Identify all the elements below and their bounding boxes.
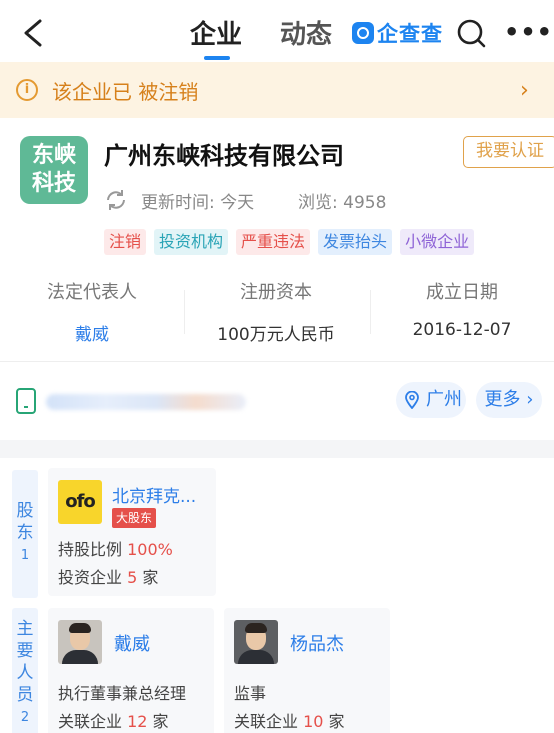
stat-founded: 成立日期 2016-12-07 — [370, 278, 554, 340]
chevron-right-icon: › — [520, 78, 529, 103]
stat-capital: 注册资本 100万元人民币 — [184, 278, 368, 345]
phone-number-redacted[interactable] — [46, 394, 246, 410]
brand-icon — [352, 22, 374, 44]
location-label: 广州 — [426, 389, 462, 410]
share-ratio: 持股比例 100% — [58, 536, 173, 560]
shareholder-name[interactable]: 北京拜克... — [112, 482, 196, 507]
refresh-icon[interactable] — [104, 188, 128, 212]
related-companies: 关联企业 12 家 — [58, 708, 169, 732]
invest-value: 5 — [127, 568, 138, 587]
shareholder-count: 1 — [20, 548, 30, 563]
active-tab-indicator — [204, 56, 230, 60]
chevron-right-icon: › — [520, 389, 534, 410]
major-shareholder-badge: 大股东 — [112, 508, 157, 528]
view-count: 浏览: 4958 — [298, 193, 387, 213]
company-card: 东峡 科技 广州东峡科技有限公司 我要认证 更新时间: 今天 浏览: 4958 … — [0, 118, 554, 440]
staff-role: 执行董事兼总经理 — [58, 684, 187, 703]
tag-serious-violation[interactable]: 严重违法 — [236, 229, 311, 255]
logo-line-1: 东峡 — [31, 143, 76, 168]
related-unit: 家 — [147, 712, 169, 731]
staff-name[interactable]: 戴威 — [114, 630, 150, 656]
staff-card[interactable]: 杨品杰 监事 关联企业 10 家 — [224, 608, 390, 733]
related-unit: 家 — [323, 712, 345, 731]
update-time: 更新时间: 今天 — [141, 193, 255, 213]
brand-logo[interactable]: 企查查 — [352, 20, 443, 46]
side-char: 东 — [16, 523, 34, 543]
tag-list: 注销 投资机构 严重违法 发票抬头 小微企业 — [104, 229, 475, 255]
deregistered-notice[interactable]: i 该企业已 被注销 › — [0, 62, 554, 118]
tag-small-business[interactable]: 小微企业 — [400, 229, 475, 255]
key-stats: 法定代表人 戴威 注册资本 100万元人民币 成立日期 2016-12-07 — [0, 278, 554, 350]
related-value: 12 — [127, 712, 148, 731]
tag-investor[interactable]: 投资机构 — [154, 229, 229, 255]
staff-name[interactable]: 杨品杰 — [290, 630, 344, 656]
invest-unit: 家 — [137, 568, 159, 587]
location-button[interactable]: 广州 — [396, 382, 466, 418]
more-label: 更多 — [484, 389, 521, 410]
side-char: 人 — [16, 663, 34, 683]
stat-legal-rep: 法定代表人 戴威 — [0, 278, 184, 345]
key-staff-label[interactable]: 主 要 人 员 2 — [12, 608, 38, 733]
more-icon[interactable]: ••• — [504, 20, 552, 44]
staff-role: 监事 — [234, 684, 267, 703]
staff-card[interactable]: 戴威 执行董事兼总经理 关联企业 12 家 — [48, 608, 214, 733]
related-label: 关联企业 — [234, 712, 304, 731]
share-ratio-label: 持股比例 — [58, 540, 128, 559]
company-name: 广州东峡科技有限公司 — [104, 142, 344, 170]
location-pin-icon — [405, 391, 419, 409]
invested-companies: 投资企业 5 家 — [58, 564, 158, 588]
shareholder-card[interactable]: ofo 北京拜克... 大股东 持股比例 100% 投资企业 5 家 — [48, 468, 216, 596]
staff-count: 2 — [20, 710, 30, 725]
invest-label: 投资企业 — [58, 568, 128, 587]
shareholders-label[interactable]: 股 东 1 — [12, 470, 38, 598]
related-label: 关联企业 — [58, 712, 128, 731]
search-icon[interactable] — [456, 18, 486, 48]
brand-name: 企查查 — [377, 22, 443, 46]
shareholder-logo: ofo — [58, 480, 102, 524]
tab-news[interactable]: 动态 — [280, 14, 332, 51]
tag-deregistered[interactable]: 注销 — [104, 229, 147, 255]
phone-icon — [16, 388, 36, 414]
side-char: 要 — [16, 641, 34, 661]
back-icon[interactable] — [20, 18, 46, 48]
side-char: 员 — [16, 685, 34, 705]
divider — [184, 290, 185, 334]
notice-text: 该企业已 被注销 — [52, 80, 199, 104]
share-ratio-value: 100% — [127, 540, 173, 559]
tab-company[interactable]: 企业 — [190, 14, 242, 51]
avatar — [58, 620, 102, 664]
divider — [370, 290, 371, 334]
avatar — [234, 620, 278, 664]
company-logo: 东峡 科技 — [20, 136, 88, 204]
side-char: 股 — [16, 501, 34, 521]
stat-value: 2016-12-07 — [412, 320, 512, 340]
stat-label: 注册资本 — [240, 282, 312, 303]
related-value: 10 — [303, 712, 324, 731]
tag-invoice-title[interactable]: 发票抬头 — [318, 229, 393, 255]
stat-label: 法定代表人 — [47, 282, 137, 303]
stat-label: 成立日期 — [426, 282, 498, 303]
top-nav: 企业 动态 企查查 ••• — [0, 0, 554, 62]
people-section: 股 东 1 ofo 北京拜克... 大股东 持股比例 100% 投资企业 5 家… — [0, 458, 554, 733]
claim-button[interactable]: 我要认证 — [463, 136, 554, 168]
side-char: 主 — [16, 619, 34, 639]
more-contacts-button[interactable]: 更多 › — [476, 382, 542, 418]
legal-rep-link[interactable]: 戴威 — [0, 320, 184, 345]
info-icon: i — [16, 79, 38, 101]
divider — [0, 361, 554, 362]
logo-line-2: 科技 — [31, 171, 76, 196]
related-companies: 关联企业 10 家 — [234, 708, 345, 732]
stat-value: 100万元人民币 — [217, 325, 335, 345]
